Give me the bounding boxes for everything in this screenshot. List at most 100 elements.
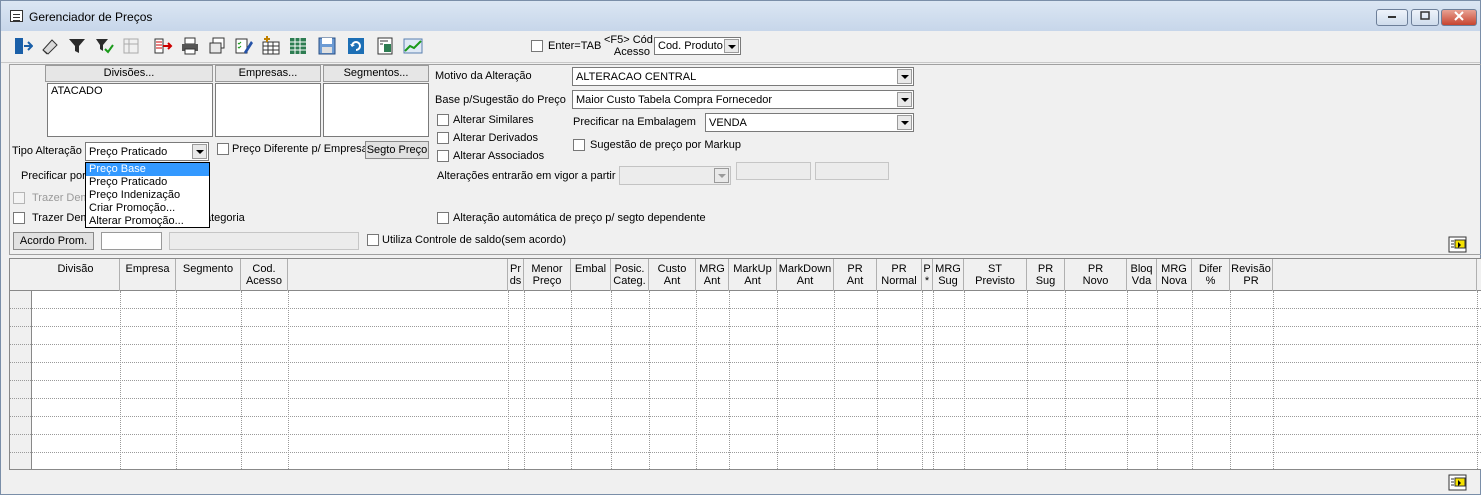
table-row[interactable]	[10, 453, 1481, 469]
table-row[interactable]	[10, 309, 1481, 327]
column-header[interactable]: MarkDown Ant	[777, 259, 834, 291]
acordo-prom-button[interactable]: Acordo Prom.	[13, 232, 94, 250]
column-header[interactable]: Posic. Categ.	[611, 259, 649, 291]
alterar-derivados-checkbox[interactable]	[437, 132, 449, 144]
edit-list-button[interactable]	[232, 34, 256, 58]
refresh-button[interactable]	[344, 34, 368, 58]
exit-button[interactable]	[11, 34, 35, 58]
cod-acesso-select[interactable]: Cod. Produto	[654, 37, 741, 55]
table-row[interactable]	[10, 363, 1481, 381]
enter-tab-checkbox[interactable]	[531, 40, 543, 52]
acordo-code-input[interactable]	[101, 232, 162, 250]
column-header[interactable]: Embal	[571, 259, 611, 291]
table-row[interactable]	[10, 399, 1481, 417]
chevron-down-icon[interactable]	[897, 69, 912, 84]
add-row-button[interactable]	[259, 34, 283, 58]
preco-diferente-checkbox[interactable]	[217, 143, 229, 155]
table-row[interactable]	[10, 327, 1481, 345]
column-header-line1: PR	[1087, 263, 1104, 275]
table-add-icon	[262, 36, 280, 55]
column-header[interactable]: PR Sug	[1027, 259, 1065, 291]
column-header[interactable]: Custo Ant	[649, 259, 696, 291]
column-header[interactable]: ST Previsto	[964, 259, 1027, 291]
table-row[interactable]	[10, 417, 1481, 435]
acordo-description-input[interactable]	[169, 232, 359, 250]
column-header[interactable]: Segmento	[176, 259, 241, 291]
precificar-embalagem-select[interactable]: VENDA	[705, 113, 914, 132]
list-item[interactable]: ATACADO	[48, 84, 212, 98]
tipo-alteracao-select[interactable]: Preço Praticado	[85, 142, 209, 161]
grid-view-button[interactable]	[286, 34, 310, 58]
column-header[interactable]: Difer%	[1192, 259, 1230, 291]
base-sugestao-select[interactable]: Maior Custo Tabela Compra Fornecedor	[572, 90, 914, 109]
trazer-dem-checkbox-2[interactable]	[13, 212, 25, 224]
motivo-select[interactable]: ALTERACAO CENTRAL	[572, 67, 914, 86]
dropdown-option-criar-promocao[interactable]: Criar Promoção...	[86, 202, 209, 215]
vigor-select[interactable]	[619, 166, 731, 185]
column-header[interactable]: MarkUp Ant	[729, 259, 777, 291]
clear-button[interactable]	[38, 34, 62, 58]
alteracao-automatica-checkbox[interactable]	[437, 212, 449, 224]
tipo-alteracao-dropdown[interactable]: Preço Base Preço Praticado Preço Indeniz…	[85, 162, 210, 228]
vigor-time-input[interactable]	[815, 162, 889, 180]
alterar-associados-checkbox[interactable]	[437, 150, 449, 162]
column-header[interactable]: Bloq Vda	[1127, 259, 1157, 291]
empresas-list[interactable]	[215, 83, 321, 137]
segmentos-list[interactable]	[323, 83, 429, 137]
column-header[interactable]	[1273, 259, 1477, 291]
minimize-button[interactable]	[1376, 9, 1408, 26]
table-row[interactable]	[10, 381, 1481, 399]
column-header[interactable]: PR Ant	[834, 259, 877, 291]
column-header[interactable]: MRG Nova	[1157, 259, 1192, 291]
export-button[interactable]	[151, 34, 175, 58]
dropdown-option-preco-praticado[interactable]: Preço Praticado	[86, 176, 209, 189]
chevron-down-icon[interactable]	[714, 168, 729, 183]
column-header[interactable]: P *	[922, 259, 933, 291]
dropdown-option-alterar-promocao[interactable]: Alterar Promoção...	[86, 215, 209, 228]
print-button[interactable]	[178, 34, 202, 58]
column-header[interactable]: PR Novo	[1065, 259, 1127, 291]
utiliza-controle-checkbox[interactable]	[367, 234, 379, 246]
chevron-down-icon[interactable]	[897, 115, 912, 130]
maximize-button[interactable]	[1411, 9, 1439, 26]
column-header[interactable]	[288, 259, 508, 291]
dropdown-option-preco-indenizacao[interactable]: Preço Indenização	[86, 189, 209, 202]
sugestao-markup-checkbox[interactable]	[573, 139, 585, 151]
table-row[interactable]	[10, 291, 1481, 309]
segmentos-button[interactable]: Segmentos...	[323, 65, 429, 82]
note-button-top[interactable]	[1447, 235, 1469, 255]
column-header[interactable]: Cod. Acesso	[241, 259, 288, 291]
disabled-tool-button[interactable]	[119, 34, 143, 58]
column-header[interactable]: Divisão	[32, 259, 120, 291]
vigor-date-input[interactable]	[736, 162, 811, 180]
chevron-down-icon[interactable]	[724, 39, 739, 53]
column-header[interactable]: Empresa	[120, 259, 176, 291]
column-header[interactable]: MRG Ant	[696, 259, 729, 291]
table-row[interactable]	[10, 435, 1481, 453]
sheet-button[interactable]	[373, 34, 397, 58]
chart-button[interactable]	[401, 34, 425, 58]
column-header[interactable]: Menor Preço	[524, 259, 571, 291]
divisoes-list[interactable]: ATACADO	[47, 83, 213, 137]
column-header[interactable]: Revisão PR	[1230, 259, 1273, 291]
column-header[interactable]: MRG Sug	[933, 259, 964, 291]
chevron-down-icon[interactable]	[897, 92, 912, 107]
dropdown-option-preco-base[interactable]: Preço Base	[86, 163, 209, 176]
advanced-filter-button[interactable]	[92, 34, 116, 58]
chevron-down-icon[interactable]	[192, 144, 207, 159]
divisoes-button[interactable]: Divisões...	[45, 65, 213, 82]
alterar-associados-label: Alterar Associados	[453, 150, 545, 162]
copy-button[interactable]	[205, 34, 229, 58]
note-button-bottom[interactable]	[1447, 473, 1469, 493]
close-button[interactable]	[1441, 9, 1477, 26]
alterar-similares-checkbox[interactable]	[437, 114, 449, 126]
empresas-button[interactable]: Empresas...	[215, 65, 321, 82]
price-grid[interactable]: Divisão Empresa Segmento Cod. Acesso Pr ds Meno…	[9, 258, 1481, 470]
filter-button[interactable]	[65, 34, 89, 58]
column-header[interactable]: PR Normal	[877, 259, 922, 291]
save-button[interactable]	[315, 34, 339, 58]
column-header[interactable]: Pr ds	[508, 259, 524, 291]
trazer-dem-checkbox-1[interactable]	[13, 192, 25, 204]
segto-preco-button[interactable]: Segto Preço	[365, 141, 429, 159]
table-row[interactable]	[10, 345, 1481, 363]
